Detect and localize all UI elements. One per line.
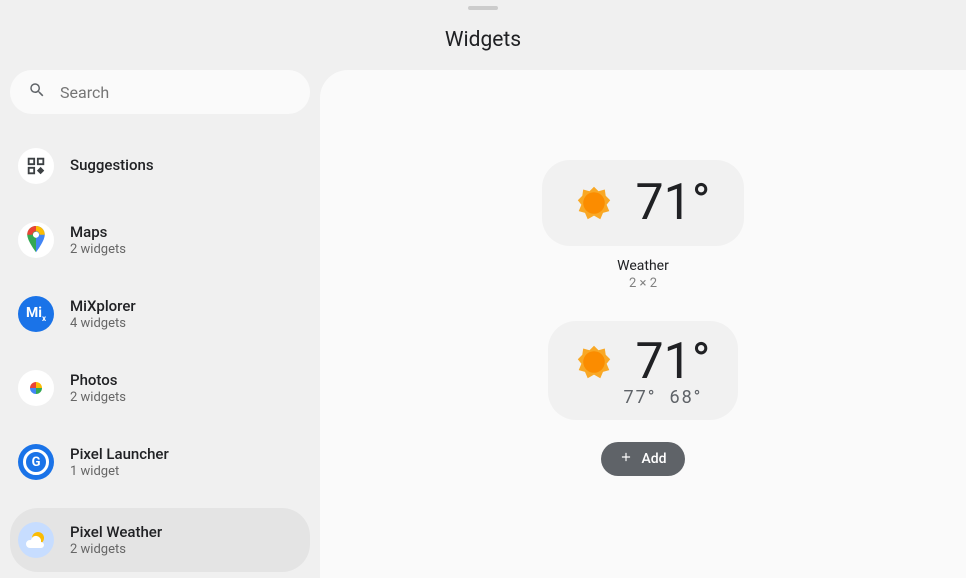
sidebar-item-label: Pixel Weather — [70, 523, 162, 543]
sidebar-item-pixel-launcher[interactable]: G Pixel Launcher 1 widget — [10, 434, 310, 490]
sidebar-item-sub: 2 widgets — [70, 542, 162, 557]
sidebar-item-label: Photos — [70, 371, 126, 391]
sidebar-item-sub: 2 widgets — [70, 390, 126, 405]
low-temp: 68° — [669, 387, 702, 408]
widget-preview-large[interactable]: 71° 77° 68° — [548, 321, 739, 420]
sidebar-item-pixel-weather[interactable]: Pixel Weather 2 widgets — [10, 508, 310, 572]
sidebar-item-label: MiXplorer — [70, 297, 136, 317]
sidebar-item-maps[interactable]: Maps 2 widgets — [10, 212, 310, 268]
sidebar-item-photos[interactable]: Photos 2 widgets — [10, 360, 310, 416]
photos-icon — [18, 370, 54, 406]
sidebar-item-label: Suggestions — [70, 156, 154, 176]
temperature-value: 71° — [636, 333, 711, 391]
temperature-value: 71° — [636, 174, 711, 232]
high-low-row: 77° 68° — [584, 387, 703, 408]
sun-icon — [576, 344, 612, 380]
sidebar-item-sub: 1 widget — [70, 464, 169, 479]
sun-icon — [576, 185, 612, 221]
high-temp: 77° — [624, 387, 657, 408]
widget-name: Weather — [617, 258, 669, 274]
plus-icon — [619, 450, 641, 468]
pixel-launcher-icon: G — [18, 444, 54, 480]
sidebar-item-label: Maps — [70, 223, 126, 243]
widgets-grid-icon — [18, 148, 54, 184]
sidebar-item-mixplorer[interactable]: Mix MiXplorer 4 widgets — [10, 286, 310, 342]
sidebar-item-suggestions[interactable]: Suggestions — [10, 138, 310, 194]
sidebar-item-sub: 4 widgets — [70, 316, 136, 331]
pixel-weather-icon — [18, 522, 54, 558]
mixplorer-icon: Mix — [18, 296, 54, 332]
maps-icon — [18, 222, 54, 258]
sidebar: Suggestions Maps 2 widgets Mix MiXplorer… — [0, 70, 320, 578]
search-input[interactable] — [60, 83, 292, 102]
sidebar-item-label: Pixel Launcher — [70, 445, 169, 465]
widget-preview-small[interactable]: 71° — [542, 160, 745, 246]
search-icon — [28, 81, 60, 103]
sidebar-item-sub: 2 widgets — [70, 242, 126, 257]
widget-preview-panel: 71° Weather 2 × 2 71° 77° 68° Add — [320, 70, 966, 578]
add-widget-button[interactable]: Add — [601, 442, 684, 476]
add-button-label: Add — [641, 451, 666, 467]
search-field[interactable] — [10, 70, 310, 114]
drag-handle[interactable] — [468, 6, 498, 10]
page-title: Widgets — [445, 28, 521, 52]
widget-dimensions: 2 × 2 — [629, 276, 657, 291]
